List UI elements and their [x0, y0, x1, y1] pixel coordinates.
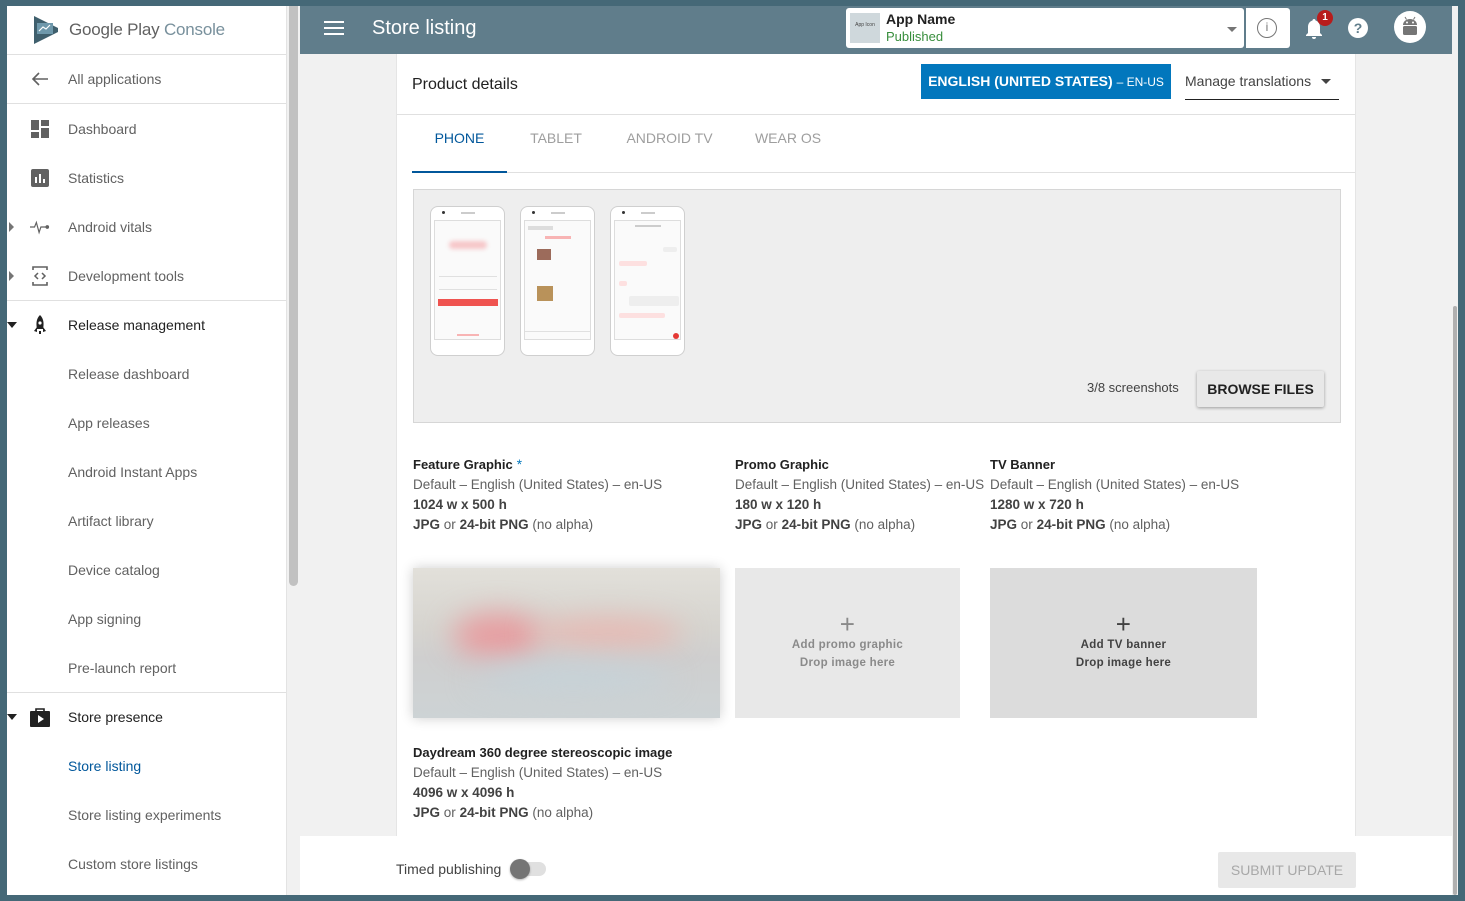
main-scrollbar-thumb[interactable]: [1453, 306, 1457, 895]
sidebar-item-release-dashboard[interactable]: Release dashboard: [7, 349, 286, 398]
play-console-logo-icon: [34, 16, 58, 44]
card-title: Product details: [412, 76, 518, 93]
rocket-icon: [30, 315, 50, 335]
expand-caret-icon[interactable]: [9, 270, 14, 281]
feature-graphic-image[interactable]: [413, 568, 720, 718]
pulse-icon: [30, 217, 50, 237]
sidebar: Google Play Console All applications Das…: [7, 6, 286, 895]
page-title: Store listing: [372, 17, 477, 39]
screenshot-thumbnail[interactable]: [430, 206, 505, 356]
sidebar-item-app-releases[interactable]: App releases: [7, 398, 286, 447]
sidebar-item-artifact-library[interactable]: Artifact library: [7, 496, 286, 545]
submit-update-button[interactable]: SUBMIT UPDATE: [1218, 852, 1356, 888]
required-marker: *: [516, 457, 522, 472]
plus-icon: +: [1115, 609, 1132, 639]
device-tabs: PHONE TABLET ANDROID TV WEAR OS: [412, 115, 1355, 173]
top-app-bar: Store listing App Icon App Name Publishe…: [300, 6, 1452, 54]
dashboard-icon: [30, 119, 50, 139]
notification-count-badge: 1: [1317, 10, 1333, 26]
android-avatar-icon: [1403, 16, 1417, 35]
toggle-knob[interactable]: [510, 859, 530, 879]
sidebar-item-app-signing[interactable]: App signing: [7, 594, 286, 643]
sidebar-item-android-vitals[interactable]: Android vitals: [7, 202, 286, 251]
sidebar-scrollbar[interactable]: [286, 6, 300, 895]
sidebar-item-pre-launch-report[interactable]: Pre-launch report: [7, 643, 286, 692]
account-avatar[interactable]: [1394, 11, 1426, 43]
timed-publishing-toggle[interactable]: [510, 859, 546, 879]
collapse-caret-icon[interactable]: [7, 714, 17, 720]
sidebar-item-store-listing-experiments[interactable]: Store listing experiments: [7, 790, 286, 839]
sidebar-item-android-instant-apps[interactable]: Android Instant Apps: [7, 447, 286, 496]
screenshot-count: 3/8 screenshots: [1087, 380, 1179, 395]
promo-graphic-info: Promo Graphic Default – English (United …: [735, 457, 985, 532]
plus-icon: +: [839, 609, 856, 639]
app-info-button[interactable]: i: [1246, 8, 1290, 48]
tab-phone[interactable]: PHONE: [412, 115, 507, 173]
sidebar-item-custom-store-listings[interactable]: Custom store listings: [7, 839, 286, 888]
screenshot-thumbnail[interactable]: [610, 206, 685, 356]
code-brackets-icon: [30, 265, 50, 286]
sidebar-item-device-catalog[interactable]: Device catalog: [7, 545, 286, 594]
sidebar-item-store-listing[interactable]: Store listing: [7, 741, 286, 790]
logo-text: Google Play Console: [69, 20, 225, 39]
browse-files-button[interactable]: BROWSE FILES: [1197, 371, 1324, 407]
sidebar-item-dashboard[interactable]: Dashboard: [7, 104, 286, 153]
app-name: App Name: [886, 11, 956, 27]
tv-banner-info: TV Banner Default – English (United Stat…: [990, 457, 1240, 532]
feature-graphic-info: Feature Graphic * Default – English (Unit…: [413, 457, 663, 532]
play-console-logo[interactable]: Google Play Console: [7, 6, 286, 55]
promo-graphic-dropzone[interactable]: + Add promo graphic Drop image here: [735, 568, 960, 718]
main-scrollbar[interactable]: [1452, 6, 1458, 895]
info-icon: i: [1257, 18, 1277, 38]
sidebar-item-store-presence[interactable]: Store presence: [7, 692, 286, 741]
tab-tablet[interactable]: TABLET: [512, 115, 600, 173]
language-button[interactable]: ENGLISH (UNITED STATES) – EN-US: [921, 64, 1171, 99]
app-status: Published: [886, 29, 944, 44]
bottom-action-bar: Timed publishing SUBMIT UPDATE: [300, 836, 1452, 895]
arrow-left-icon: [30, 69, 50, 89]
sidebar-item-development-tools[interactable]: Development tools: [7, 251, 286, 300]
daydream-image-info: Daydream 360 degree stereoscopic image D…: [413, 745, 673, 820]
manage-translations-dropdown[interactable]: Manage translations: [1185, 64, 1339, 100]
sidebar-item-release-management[interactable]: Release management: [7, 300, 286, 349]
dropdown-arrow-icon: [1321, 79, 1331, 84]
product-details-card: Product details ENGLISH (UNITED STATES) …: [396, 54, 1356, 836]
tab-wear-os[interactable]: WEAR OS: [742, 115, 834, 173]
sidebar-scrollbar-thumb[interactable]: [289, 6, 298, 586]
help-icon[interactable]: ?: [1348, 18, 1368, 38]
tv-banner-dropzone[interactable]: + Add TV banner Drop image here: [990, 568, 1257, 718]
play-store-icon: [30, 707, 50, 727]
chevron-down-icon[interactable]: [1227, 27, 1237, 32]
screenshot-thumbnail[interactable]: [520, 206, 595, 356]
timed-publishing-label: Timed publishing: [396, 861, 502, 877]
card-header: Product details ENGLISH (UNITED STATES) …: [397, 54, 1355, 115]
hamburger-menu-icon[interactable]: [324, 21, 344, 39]
tab-android-tv[interactable]: ANDROID TV: [612, 115, 727, 173]
app-selector[interactable]: App Icon App Name Published: [846, 8, 1247, 48]
expand-caret-icon[interactable]: [9, 221, 14, 232]
all-applications-link[interactable]: All applications: [7, 55, 286, 104]
sidebar-item-statistics[interactable]: Statistics: [7, 153, 286, 202]
screenshots-dropzone[interactable]: 3/8 screenshots BROWSE FILES: [413, 189, 1341, 423]
app-icon: App Icon: [850, 13, 880, 43]
bar-chart-icon: [30, 168, 50, 188]
collapse-caret-icon[interactable]: [7, 322, 17, 328]
